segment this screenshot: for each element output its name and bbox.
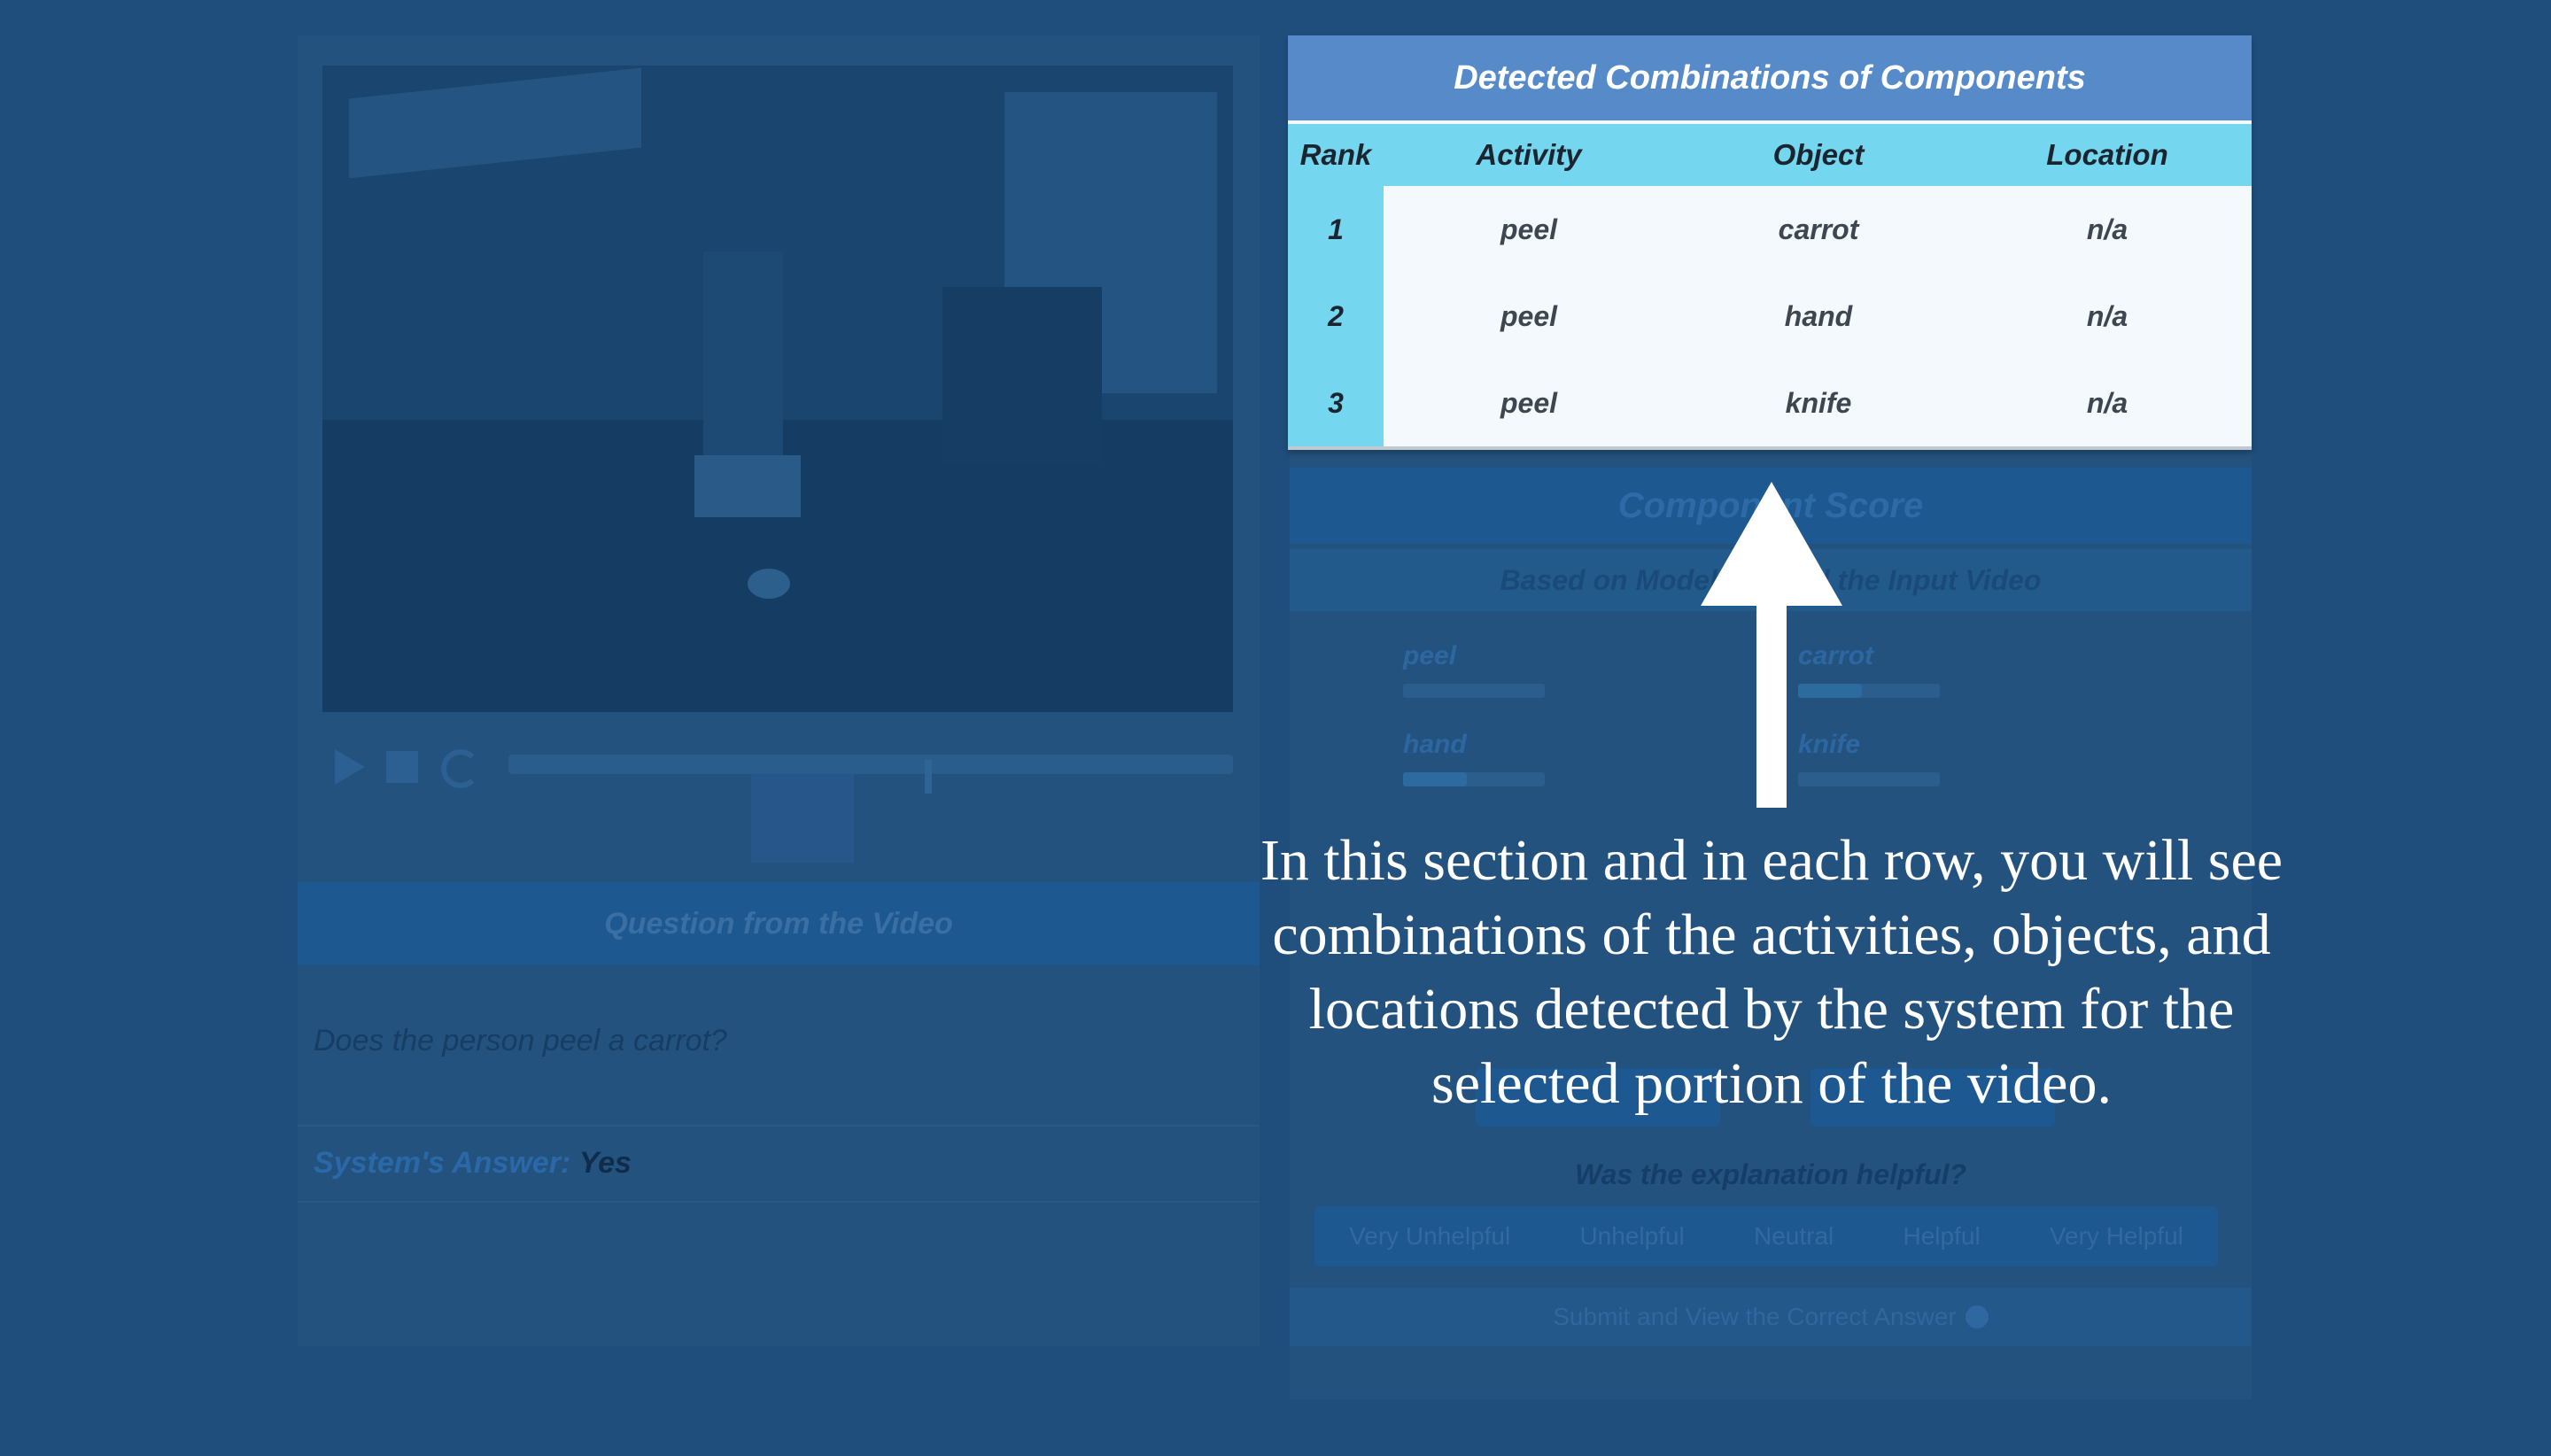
- cell-activity: peel: [1500, 386, 1558, 419]
- cell-activity: peel: [1500, 299, 1558, 332]
- cell-rank: 1: [1328, 213, 1344, 245]
- check-circle-icon: [1965, 1305, 1989, 1328]
- cell-object: hand: [1784, 299, 1853, 332]
- header-rank: Rank: [1299, 138, 1372, 171]
- combinations-table: Detected Combinations of Components Rank…: [1288, 35, 2252, 450]
- stop-icon[interactable]: [386, 751, 418, 783]
- rating-very-unhelpful[interactable]: Very Unhelpful: [1349, 1222, 1510, 1251]
- progress-knob[interactable]: [925, 760, 932, 794]
- cell-object: carrot: [1778, 213, 1859, 245]
- cell-activity: peel: [1500, 213, 1558, 245]
- cell-location: n/a: [2086, 386, 2128, 419]
- video-player[interactable]: [322, 66, 1233, 712]
- header-activity: Activity: [1476, 138, 1582, 171]
- table-row: 2 peel hand n/a: [1288, 273, 2252, 360]
- answer-value: Yes: [578, 1146, 632, 1180]
- table-bottom-border: [1288, 446, 2252, 450]
- cell-location: n/a: [2086, 299, 2128, 332]
- divider: [298, 1201, 1260, 1203]
- divider: [298, 1125, 1260, 1127]
- rating-unhelpful[interactable]: Unhelpful: [1579, 1222, 1684, 1251]
- table-row: 3 peel knife n/a: [1288, 360, 2252, 446]
- replay-icon[interactable]: [441, 749, 480, 788]
- score-label-carrot: carrot: [1798, 641, 1874, 670]
- submit-label: Submit and View the Correct Answer: [1553, 1303, 1957, 1330]
- cell-rank: 3: [1328, 386, 1344, 419]
- cell-rank: 2: [1328, 299, 1344, 332]
- score-label-hand: hand: [1403, 730, 1467, 759]
- segment-marker: [751, 774, 854, 863]
- play-icon[interactable]: [335, 749, 365, 785]
- score-bar-knife: [1798, 772, 1940, 786]
- score-label-knife: knife: [1798, 730, 1861, 759]
- helpfulness-rating: Very Unhelpful Unhelpful Neutral Helpful…: [1314, 1206, 2218, 1266]
- arrow-shaft: [1756, 602, 1787, 808]
- score-fill-hand: [1403, 772, 1467, 786]
- rating-very-helpful[interactable]: Very Helpful: [2050, 1222, 2183, 1251]
- answer-label: System's Answer:: [314, 1146, 571, 1180]
- score-fill-carrot: [1798, 684, 1862, 698]
- score-label-peel: peel: [1403, 641, 1457, 670]
- system-answer: System's Answer: Yes: [314, 1146, 632, 1181]
- question-header: Question from the Video: [298, 882, 1260, 965]
- rating-helpful[interactable]: Helpful: [1904, 1222, 1981, 1251]
- table-row: 1 peel carrot n/a: [1288, 186, 2252, 273]
- table-title: Detected Combinations of Components: [1288, 35, 2252, 120]
- tutorial-annotation: In this section and in each row, you wil…: [1260, 828, 2283, 1116]
- cell-location: n/a: [2086, 213, 2128, 245]
- question-text: Does the person peel a carrot?: [314, 1024, 727, 1057]
- score-bar-peel: [1403, 684, 1545, 698]
- video-progress-bar[interactable]: [508, 755, 1233, 794]
- header-object: Object: [1772, 138, 1865, 171]
- rating-neutral[interactable]: Neutral: [1754, 1222, 1834, 1251]
- submit-button[interactable]: Submit and View the Correct Answer: [1290, 1288, 2252, 1346]
- header-location: Location: [2046, 138, 2168, 171]
- cell-object: knife: [1785, 386, 1852, 419]
- table-header-row: Rank Activity Object Location: [1288, 124, 2252, 186]
- up-arrow-icon: [1701, 482, 1842, 606]
- helpful-question: Was the explanation helpful?: [1574, 1158, 1967, 1190]
